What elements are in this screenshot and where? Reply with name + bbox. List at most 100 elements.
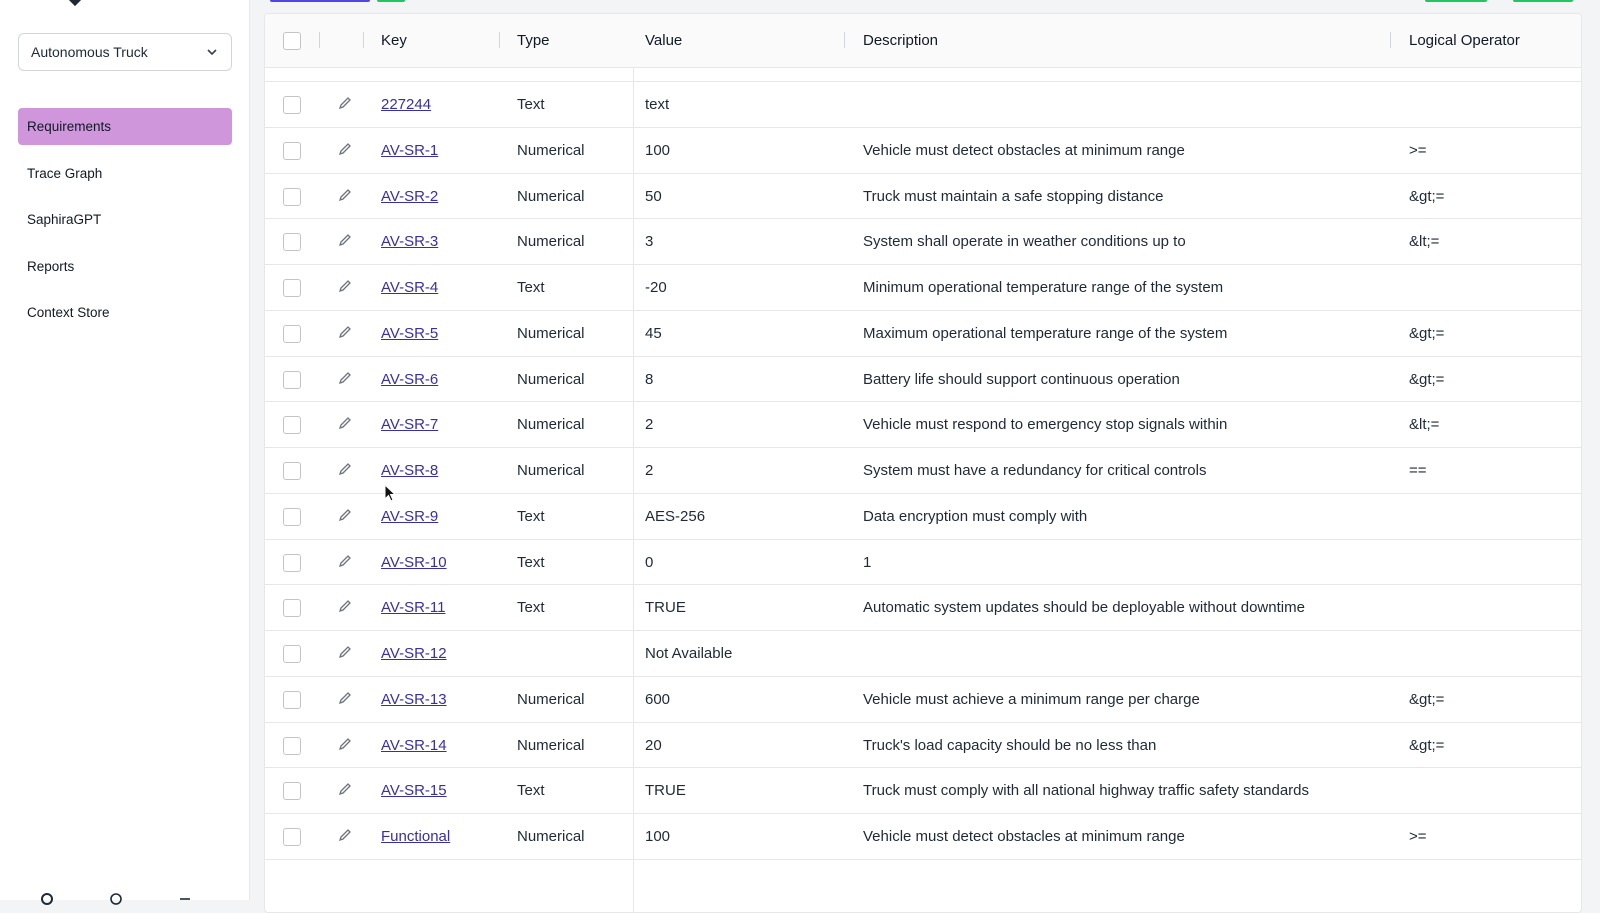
table-row[interactable]: AV-SR-6 Numerical 8 Battery life should sup…: [265, 357, 1581, 403]
logout-icon[interactable]: [178, 892, 192, 906]
row-value: -20: [645, 279, 667, 296]
row-checkbox[interactable]: [283, 736, 301, 755]
table-row[interactable]: 227244 Text text: [265, 82, 1581, 128]
pencil-icon[interactable]: [338, 508, 352, 522]
sidebar-item-context-store[interactable]: Context Store: [18, 294, 232, 331]
pencil-icon[interactable]: [338, 599, 352, 613]
table-row[interactable]: AV-SR-2 Numerical 50 Truck must maintain a …: [265, 174, 1581, 220]
pencil-icon[interactable]: [338, 142, 352, 156]
help-icon[interactable]: [109, 892, 123, 906]
row-key-link[interactable]: AV-SR-5: [381, 325, 438, 342]
header-type[interactable]: Type: [517, 32, 550, 49]
sidebar-item-reports[interactable]: Reports: [18, 248, 232, 285]
column-divider: [363, 32, 364, 48]
project-select[interactable]: Autonomous Truck: [18, 33, 232, 71]
row-checkbox[interactable]: [283, 645, 301, 663]
header-value[interactable]: Value: [645, 32, 682, 49]
row-key-link[interactable]: Functional: [381, 828, 450, 845]
sidebar-item-saphiragpt[interactable]: SaphiraGPT: [18, 201, 232, 238]
pencil-icon[interactable]: [338, 462, 352, 476]
row-key-link[interactable]: AV-SR-15: [381, 782, 447, 799]
pencil-icon[interactable]: [338, 96, 352, 110]
row-key-link[interactable]: AV-SR-13: [381, 691, 447, 708]
table-row[interactable]: AV-SR-8 Numerical 2 System must have a redu…: [265, 448, 1581, 494]
row-checkbox[interactable]: [283, 553, 301, 572]
row-key-link[interactable]: AV-SR-12: [381, 645, 447, 662]
pencil-icon[interactable]: [338, 371, 352, 385]
toolbar-button-right-1[interactable]: [1425, 0, 1487, 2]
table-row[interactable]: AV-SR-13 Numerical 600 Vehicle must achieve…: [265, 677, 1581, 723]
row-type: Numerical: [517, 462, 585, 479]
row-key-link[interactable]: AV-SR-6: [381, 371, 438, 388]
pencil-icon[interactable]: [338, 279, 352, 293]
table-row[interactable]: AV-SR-5 Numerical 45 Maximum operational te…: [265, 311, 1581, 357]
row-checkbox[interactable]: [283, 96, 301, 114]
row-checkbox[interactable]: [283, 828, 301, 846]
row-checkbox[interactable]: [283, 599, 301, 618]
row-logical-operator: ==: [1409, 462, 1427, 479]
row-description: Maximum operational temperature range of…: [863, 324, 1228, 342]
settings-icon[interactable]: [40, 892, 54, 906]
row-key-link[interactable]: AV-SR-1: [381, 142, 438, 159]
row-key-link[interactable]: AV-SR-10: [381, 554, 447, 571]
pencil-icon[interactable]: [338, 828, 352, 842]
toolbar-button-secondary[interactable]: [377, 0, 405, 2]
table-row[interactable]: AV-SR-15 Text TRUE Truck must comply with a…: [265, 768, 1581, 814]
row-description: Automatic system updates should be deplo…: [863, 599, 1305, 617]
row-key-link[interactable]: AV-SR-9: [381, 508, 438, 525]
table-row[interactable]: Functional Numerical 100 Vehicle must detec…: [265, 814, 1581, 860]
sidebar-item-trace-graph[interactable]: Trace Graph: [18, 155, 232, 192]
pencil-icon[interactable]: [338, 554, 352, 568]
row-checkbox[interactable]: [283, 324, 301, 343]
sidebar: Autonomous Truck Requirements Trace Grap…: [0, 0, 250, 905]
table-row[interactable]: AV-SR-4 Text -20 Minimum operational temper…: [265, 265, 1581, 311]
pencil-icon[interactable]: [338, 737, 352, 751]
row-checkbox[interactable]: [283, 279, 301, 297]
sidebar-item-requirements[interactable]: Requirements: [18, 108, 232, 145]
table-header: Key Type Value Description Logical Opera…: [265, 14, 1581, 68]
row-key-link[interactable]: AV-SR-3: [381, 233, 438, 250]
row-key-link[interactable]: AV-SR-14: [381, 737, 447, 754]
row-checkbox[interactable]: [283, 233, 301, 252]
pencil-icon[interactable]: [338, 233, 352, 247]
pencil-icon[interactable]: [338, 188, 352, 202]
row-key-link[interactable]: AV-SR-11: [381, 599, 445, 616]
pencil-icon[interactable]: [338, 325, 352, 339]
row-type: Numerical: [517, 736, 585, 754]
toolbar-button-right-2[interactable]: [1513, 0, 1573, 2]
table-row[interactable]: AV-SR-9 Text AES-256 Data encryption must c…: [265, 494, 1581, 540]
row-key-link[interactable]: AV-SR-8: [381, 462, 438, 479]
row-checkbox[interactable]: [283, 141, 301, 160]
row-checkbox[interactable]: [283, 782, 301, 801]
row-checkbox[interactable]: [283, 462, 301, 480]
row-key-link[interactable]: AV-SR-2: [381, 188, 438, 205]
table-row[interactable]: AV-SR-1 Numerical 100 Vehicle must detect o…: [265, 128, 1581, 174]
table-row[interactable]: AV-SR-7 Numerical 2 Vehicle must respond to…: [265, 402, 1581, 448]
row-type: Numerical: [517, 233, 585, 251]
toolbar-button-primary[interactable]: [270, 0, 370, 2]
row-checkbox[interactable]: [283, 416, 301, 435]
table-row[interactable]: AV-SR-11 Text TRUE Automatic system updates…: [265, 585, 1581, 631]
header-description[interactable]: Description: [863, 32, 938, 49]
table-row[interactable]: AV-SR-3 Numerical 3 System shall operate in…: [265, 219, 1581, 265]
table-row[interactable]: AV-SR-14 Numerical 20 Truck's load capacity…: [265, 723, 1581, 769]
table-row[interactable]: AV-SR-10 Text 0 1: [265, 540, 1581, 586]
row-checkbox[interactable]: [283, 690, 301, 709]
row-checkbox[interactable]: [283, 370, 301, 389]
pencil-icon[interactable]: [338, 691, 352, 705]
row-logical-operator: &gt;=: [1409, 324, 1445, 342]
header-key[interactable]: Key: [381, 32, 407, 49]
pencil-icon[interactable]: [338, 645, 352, 659]
select-all-checkbox[interactable]: [283, 32, 301, 50]
table-row[interactable]: AV-SR-12 Not Available: [265, 631, 1581, 677]
pencil-icon[interactable]: [338, 782, 352, 796]
row-key-link[interactable]: 227244: [381, 96, 431, 113]
header-logical-operator[interactable]: Logical Operator: [1409, 32, 1520, 49]
pencil-icon[interactable]: [338, 416, 352, 430]
sidebar-item-label: Requirements: [27, 119, 112, 134]
row-value: Not Available: [645, 645, 733, 662]
row-key-link[interactable]: AV-SR-4: [381, 279, 438, 296]
row-checkbox[interactable]: [283, 507, 301, 526]
row-key-link[interactable]: AV-SR-7: [381, 416, 438, 433]
row-checkbox[interactable]: [283, 187, 301, 206]
